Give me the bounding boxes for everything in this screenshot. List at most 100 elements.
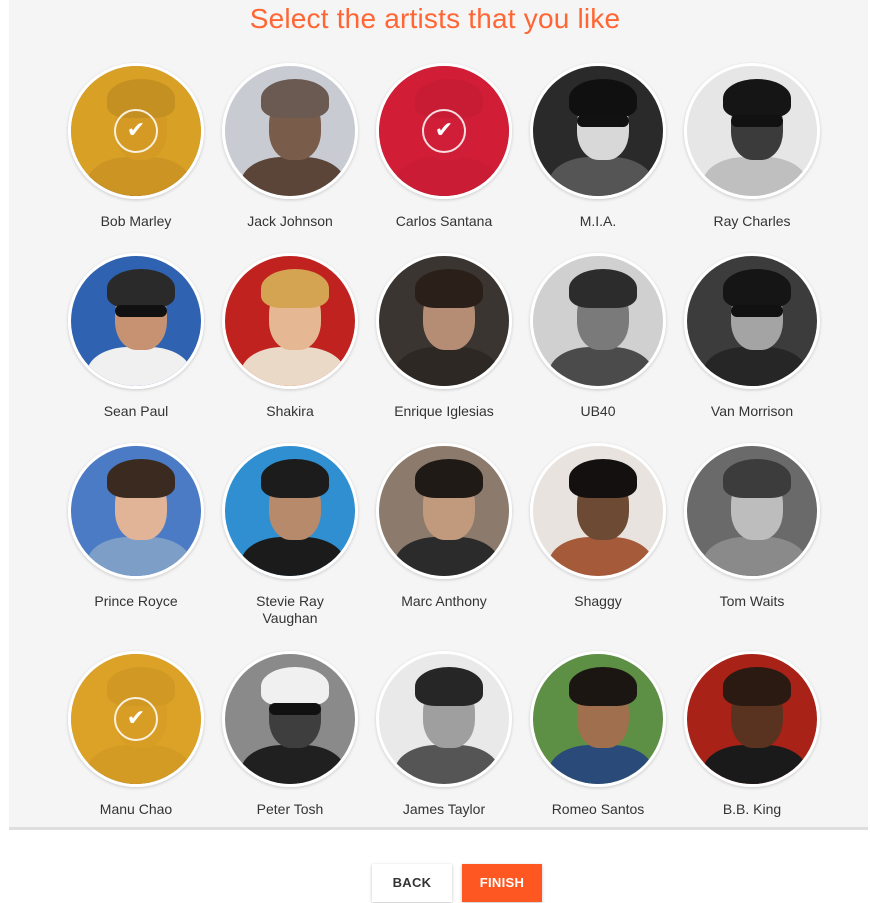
artist-photo-hair xyxy=(723,269,791,308)
artist-photo-torso xyxy=(394,347,499,386)
artist-photo-torso xyxy=(548,347,653,386)
artist-name: Shaggy xyxy=(574,593,622,609)
artist-name: Bob Marley xyxy=(100,213,172,229)
artist-photo-torso xyxy=(702,157,807,196)
artist-photo[interactable]: ✔ xyxy=(376,63,512,199)
artist-card[interactable]: ✔ Manu Chao xyxy=(62,651,212,841)
artist-card[interactable]: ✔ Bob Marley xyxy=(62,63,212,253)
artist-card[interactable]: Prince Royce xyxy=(62,443,212,633)
artist-name: B.B. King xyxy=(722,801,782,817)
artist-card[interactable]: Ray Charles xyxy=(678,63,828,253)
artist-photo-torso xyxy=(548,157,653,196)
artist-name: Tom Waits xyxy=(719,593,785,609)
artist-photo[interactable] xyxy=(684,63,820,199)
artist-photo-torso xyxy=(240,347,345,386)
artist-photo[interactable] xyxy=(222,443,358,579)
artist-photo-hair xyxy=(569,79,637,118)
artist-photo-hair xyxy=(261,459,329,498)
artist-photo[interactable] xyxy=(376,253,512,389)
artist-photo[interactable] xyxy=(530,651,666,787)
artist-photo-torso xyxy=(86,347,191,386)
artist-name: Prince Royce xyxy=(94,593,178,609)
artist-name: Van Morrison xyxy=(710,403,794,419)
artist-photo-hair xyxy=(569,667,637,706)
artist-card[interactable]: Shakira xyxy=(216,253,366,443)
artist-photo[interactable] xyxy=(684,253,820,389)
checkmark-icon: ✔ xyxy=(114,697,158,741)
artist-photo-sunglasses xyxy=(115,305,168,318)
artist-card[interactable]: UB40 xyxy=(524,253,674,443)
artist-card[interactable]: ✔ Carlos Santana xyxy=(370,63,520,253)
artist-photo-hair xyxy=(261,79,329,118)
artist-name: Enrique Iglesias xyxy=(394,403,494,419)
artist-photo-hair xyxy=(107,459,175,498)
artist-name: James Taylor xyxy=(402,801,486,817)
artist-card[interactable]: Romeo Santos xyxy=(524,651,674,841)
artist-photo-torso xyxy=(240,745,345,784)
artist-photo-hair xyxy=(723,667,791,706)
artist-name: Marc Anthony xyxy=(401,593,487,609)
artist-photo-torso xyxy=(240,537,345,576)
artist-photo[interactable] xyxy=(530,63,666,199)
artist-name: UB40 xyxy=(580,403,616,419)
artist-name: Manu Chao xyxy=(99,801,173,817)
page-title: Select the artists that you like xyxy=(249,3,621,34)
artist-photo-hair xyxy=(415,459,483,498)
artist-photo[interactable] xyxy=(530,443,666,579)
artist-name: Sean Paul xyxy=(103,403,169,419)
artist-photo-hair xyxy=(569,269,637,308)
artist-photo[interactable] xyxy=(684,651,820,787)
artist-card[interactable]: Stevie Ray Vaughan xyxy=(216,443,366,633)
artist-photo[interactable] xyxy=(684,443,820,579)
artist-photo-torso xyxy=(240,157,345,196)
artist-photo-hair xyxy=(261,269,329,308)
artist-photo-hair xyxy=(415,269,483,308)
artist-photo[interactable] xyxy=(222,253,358,389)
artist-photo-hair xyxy=(569,459,637,498)
artist-card[interactable]: Jack Johnson xyxy=(216,63,366,253)
artist-card[interactable]: Marc Anthony xyxy=(370,443,520,633)
artist-photo[interactable] xyxy=(376,443,512,579)
artist-card[interactable]: Enrique Iglesias xyxy=(370,253,520,443)
artist-photo-torso xyxy=(702,347,807,386)
artist-card[interactable]: Sean Paul xyxy=(62,253,212,443)
artist-photo[interactable]: ✔ xyxy=(68,651,204,787)
artist-name: Stevie Ray Vaughan xyxy=(256,593,324,626)
artist-photo-hair xyxy=(723,79,791,118)
artist-name: Jack Johnson xyxy=(247,213,333,229)
artist-photo[interactable] xyxy=(222,651,358,787)
artist-card[interactable]: Tom Waits xyxy=(678,443,828,633)
artist-photo-hair xyxy=(415,667,483,706)
artist-photo-torso xyxy=(86,537,191,576)
artist-card[interactable]: B.B. King xyxy=(678,651,828,841)
artist-photo[interactable] xyxy=(222,63,358,199)
artist-card[interactable]: M.I.A. xyxy=(524,63,674,253)
artist-photo[interactable] xyxy=(68,253,204,389)
artist-photo-sunglasses xyxy=(577,115,630,128)
checkmark-icon: ✔ xyxy=(422,109,466,153)
artist-photo-torso xyxy=(548,537,653,576)
artist-photo-hair xyxy=(107,269,175,308)
checkmark-icon: ✔ xyxy=(114,109,158,153)
artist-photo[interactable]: ✔ xyxy=(68,63,204,199)
artist-name: M.I.A. xyxy=(579,213,617,229)
artist-name: Shakira xyxy=(266,403,314,419)
artist-card[interactable]: Shaggy xyxy=(524,443,674,633)
finish-button[interactable]: FINISH xyxy=(462,864,542,902)
artist-card[interactable]: James Taylor xyxy=(370,651,520,841)
artist-photo-hair xyxy=(261,667,329,706)
artist-card[interactable]: Peter Tosh xyxy=(216,651,366,841)
back-button[interactable]: BACK xyxy=(372,864,452,902)
artist-name: Ray Charles xyxy=(713,213,791,229)
artist-photo-torso xyxy=(702,537,807,576)
artist-name: Romeo Santos xyxy=(551,801,645,817)
artist-name: Carlos Santana xyxy=(395,213,493,229)
artist-photo-hair xyxy=(723,459,791,498)
artist-photo-torso xyxy=(702,745,807,784)
artist-card[interactable]: Van Morrison xyxy=(678,253,828,443)
artist-photo[interactable] xyxy=(376,651,512,787)
artist-photo[interactable] xyxy=(68,443,204,579)
artist-name: Peter Tosh xyxy=(256,801,324,817)
artist-photo-torso xyxy=(394,537,499,576)
artist-photo[interactable] xyxy=(530,253,666,389)
